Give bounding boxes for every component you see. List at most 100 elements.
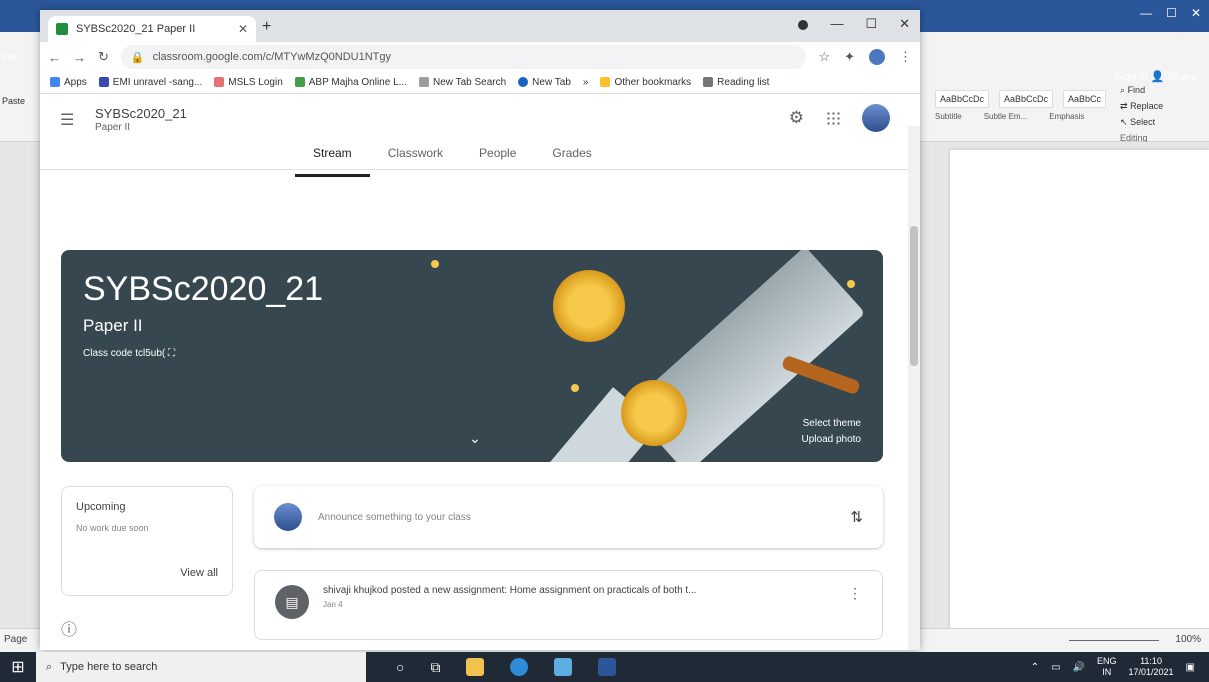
cortana-icon[interactable]: ○ [396,659,404,675]
toolbar: ← → ↻ 🔒 classroom.google.com/c/MTYwMzQ0N… [40,42,920,72]
paste-button[interactable]: Paste [2,96,34,106]
classroom-favicon-icon [56,23,68,35]
record-icon[interactable] [798,20,809,30]
bookmark-abp[interactable]: ABP Majha Online L... [294,77,407,88]
lang-region: IN [1102,667,1112,677]
post-title[interactable]: shivaji khujkod posted a new assignment:… [323,585,697,596]
upload-photo-link[interactable]: Upload photo [802,432,862,448]
bookmark-newtab[interactable]: New Tab [518,77,571,88]
file-tab[interactable]: File [2,52,34,62]
page-scrollbar[interactable] [908,126,920,650]
windows-start-icon[interactable]: ⊞ [0,652,36,682]
bookmark-icon [518,77,529,88]
view-all-button[interactable]: View all [180,567,218,579]
bookmark-icon [98,77,109,88]
bookmark-newtab-search[interactable]: New Tab Search [418,77,506,88]
select-theme-link[interactable]: Select theme [802,416,861,432]
address-bar[interactable]: 🔒 classroom.google.com/c/MTYwMzQ0NDU1NTg… [120,45,807,69]
close-icon[interactable]: ✕ [1191,6,1201,20]
extension-icon[interactable]: ✦ [844,49,855,65]
edge-icon[interactable] [510,658,529,676]
volume-icon[interactable]: 🔊 [1073,662,1085,673]
task-view-icon[interactable]: ⧉ [430,659,440,676]
star-icon[interactable]: ☆ [818,49,830,65]
share-button[interactable]: Share [1168,71,1197,83]
search-icon: ⌕ [46,660,53,673]
store-icon[interactable] [554,658,573,676]
replace-icon: ⇄ [1120,101,1128,111]
more-options-icon[interactable]: ⋮ [848,585,862,602]
close-icon[interactable]: ✕ [899,16,910,32]
forward-icon[interactable]: → [73,50,86,65]
tab-stream[interactable]: Stream [295,142,370,177]
restore-icon[interactable]: ☐ [865,16,877,32]
class-code[interactable]: Class code tcl5ub( ⛶ [83,348,175,359]
editing-group: ⌕ Find ⇄ Replace ↖ Select Editing [1120,82,1163,146]
style-preview: AaBbCc [1068,94,1102,104]
bookmark-other[interactable]: Other bookmarks [600,77,691,88]
notifications-icon[interactable]: ▣ [1186,662,1195,673]
taskbar-search[interactable]: ⌕ Type here to search [36,652,366,682]
repost-icon[interactable]: ⇅ [850,508,863,526]
new-tab-icon[interactable]: + [262,18,271,36]
minimize-icon[interactable]: — [830,16,843,32]
class-tabs: Stream Classwork People Grades [295,142,610,177]
dot-icon [431,260,439,268]
tab-people[interactable]: People [461,142,534,177]
profile-avatar[interactable] [869,49,885,65]
bookmark-label: Other bookmarks [614,77,692,88]
apps-grid-icon[interactable] [826,111,840,125]
style-subtle-emphasis[interactable]: AaBbCcDc [999,90,1054,108]
back-icon[interactable]: ← [48,50,61,65]
chevron-more-icon[interactable]: » [583,77,589,88]
network-icon[interactable]: ▭ [1051,662,1060,673]
classroom-header: ☰ SYBSc2020_21 Paper II ⚙ Stream Classwo… [40,94,920,177]
close-tab-icon[interactable]: ✕ [238,22,248,36]
zoom-slider[interactable] [1069,640,1159,641]
clock[interactable]: 11:10 17/01/2021 [1129,656,1174,678]
word-page[interactable] [950,150,1209,640]
banner-actions: Select theme Upload photo [802,416,862,448]
select-label: Select [1130,117,1156,127]
tab-grades[interactable]: Grades [534,142,609,177]
style-emphasis[interactable]: AaBbCc [1063,90,1107,108]
style-name: Emphasis [1049,112,1085,121]
gear-icon[interactable]: ⚙ [789,108,804,128]
bookmark-reading-list[interactable]: Reading list [703,77,769,88]
word-icon[interactable] [598,658,617,676]
chevron-down-icon[interactable]: ⌄ [469,430,481,447]
upcoming-card: Upcoming No work due soon View all [61,486,233,596]
replace-button[interactable]: ⇄ Replace [1120,98,1163,114]
bookmark-msls[interactable]: MSLS Login [214,77,283,88]
minimize-icon[interactable]: — [1140,6,1152,20]
banner-section: Paper II [83,316,143,335]
stream-post[interactable]: ▤ shivaji khujkod posted a new assignmen… [254,570,883,640]
reload-icon[interactable]: ↻ [98,49,109,65]
zoom-level[interactable]: 100% [1175,634,1201,645]
bookmarks-bar: Apps EMI unravel -sang... MSLS Login ABP… [40,72,920,94]
bookmark-apps[interactable]: Apps [50,77,87,88]
dot-icon [847,280,855,288]
chevron-up-icon[interactable]: ⌃ [1031,662,1039,673]
file-explorer-icon[interactable] [466,658,485,676]
help-icon[interactable]: ⓘ [61,616,77,640]
style-subtitle[interactable]: AaBbCcDc [935,90,990,108]
tab-classwork[interactable]: Classwork [370,142,461,177]
hamburger-menu-icon[interactable]: ☰ [60,110,74,130]
class-name[interactable]: SYBSc2020_21 [95,106,187,121]
avatar [274,503,302,531]
scrollbar-thumb[interactable] [910,226,918,366]
bookmark-emi[interactable]: EMI unravel -sang... [98,77,202,88]
assignment-icon: ▤ [275,585,309,619]
menu-icon[interactable]: ⋮ [899,49,912,65]
find-button[interactable]: ⌕ Find [1120,82,1163,98]
select-button[interactable]: ↖ Select [1120,114,1163,130]
language-indicator[interactable]: ENG IN [1097,656,1117,678]
browser-tab[interactable]: SYBSc2020_21 Paper II ✕ [48,16,256,42]
announce-placeholder[interactable]: Announce something to your class [318,512,471,523]
coin-icon [553,270,625,342]
lock-icon: 🔒 [130,51,145,64]
maximize-icon[interactable]: ☐ [1166,6,1177,20]
avatar[interactable] [862,104,890,132]
announce-box[interactable]: Announce something to your class ⇅ [254,486,883,548]
